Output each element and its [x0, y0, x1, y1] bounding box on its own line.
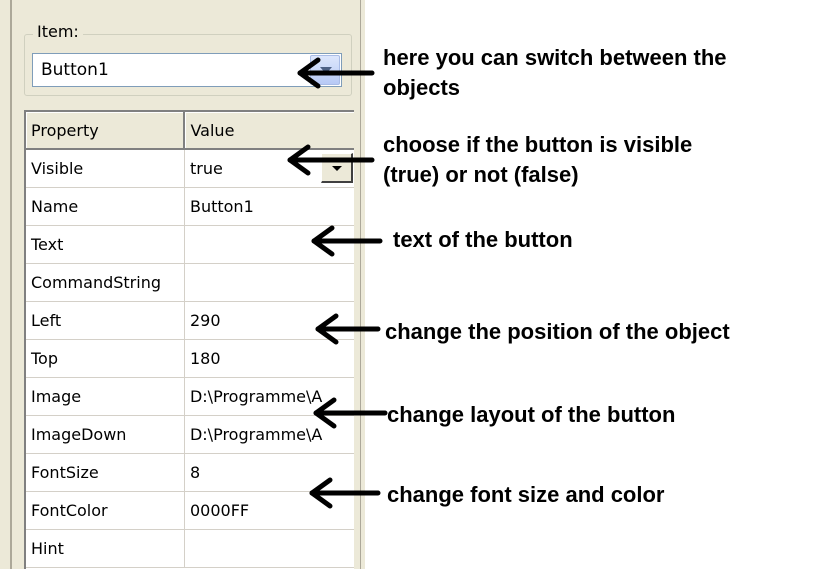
property-value[interactable] — [184, 263, 354, 302]
column-header-property[interactable]: Property — [26, 112, 186, 150]
property-name[interactable]: CommandString — [26, 263, 185, 302]
annotation-font: change font size and color — [387, 482, 665, 507]
property-name[interactable]: Image — [26, 377, 185, 416]
annotation-layout: change layout of the button — [387, 402, 676, 427]
screenshot-stage: Item: Button1 Property Value Visible tru… — [0, 0, 828, 569]
annotation-switch-objects: here you can switch between the objects — [383, 43, 727, 103]
annotation-line: objects — [383, 75, 461, 100]
annotation-visible: choose if the button is visible (true) o… — [383, 130, 692, 190]
property-value[interactable]: 0000FF — [184, 491, 354, 530]
property-value[interactable]: Button1 — [184, 187, 354, 226]
property-value[interactable]: 8 — [184, 453, 354, 492]
property-name[interactable]: Top — [26, 339, 185, 378]
table-row: Top 180 — [26, 339, 354, 378]
property-value[interactable]: true — [184, 149, 354, 188]
property-name[interactable]: FontSize — [26, 453, 185, 492]
column-header-value[interactable]: Value — [184, 112, 354, 150]
property-value[interactable] — [184, 529, 354, 568]
property-name[interactable]: Left — [26, 301, 185, 340]
table-row: Hint — [26, 529, 354, 568]
property-value[interactable]: 180 — [184, 339, 354, 378]
chevron-down-icon[interactable] — [310, 55, 340, 85]
table-row: Name Button1 — [26, 187, 354, 226]
table-row: Image D:\Programme\A — [26, 377, 354, 416]
property-name[interactable]: Text — [26, 225, 185, 264]
annotation-line: (true) or not (false) — [383, 162, 579, 187]
annotation-line: choose if the button is visible — [383, 132, 693, 157]
annotation-position: change the position of the object — [385, 319, 730, 344]
property-name[interactable]: ImageDown — [26, 415, 185, 454]
property-table: Property Value Visible true Name Button1… — [26, 112, 354, 568]
property-table-header: Property Value — [26, 112, 354, 150]
table-row: Text — [26, 225, 354, 264]
properties-panel: Item: Button1 Property Value Visible tru… — [0, 0, 365, 569]
property-name[interactable]: Visible — [26, 149, 185, 188]
property-value[interactable]: D:\Programme\A — [184, 377, 354, 416]
table-row: FontColor 0000FF — [26, 491, 354, 530]
property-value[interactable] — [184, 225, 354, 264]
table-row: CommandString — [26, 263, 354, 302]
property-name[interactable]: FontColor — [26, 491, 185, 530]
table-row: Left 290 — [26, 301, 354, 340]
property-value-text: true — [189, 159, 223, 178]
panel-right-edge — [360, 0, 361, 569]
item-group-legend: Item: — [33, 22, 83, 41]
annotation-text: text of the button — [393, 227, 573, 252]
property-name[interactable]: Hint — [26, 529, 185, 568]
table-row: FontSize 8 — [26, 453, 354, 492]
annotation-line: here you can switch between the — [383, 45, 727, 70]
item-select-value: Button1 — [41, 60, 109, 80]
table-row: Visible true — [26, 149, 354, 188]
value-dropdown-button[interactable] — [320, 153, 353, 183]
property-grid: Property Value Visible true Name Button1… — [24, 110, 354, 569]
property-value[interactable]: 290 — [184, 301, 354, 340]
property-value[interactable]: D:\Programme\A — [184, 415, 354, 454]
table-row: ImageDown D:\Programme\A — [26, 415, 354, 454]
property-name[interactable]: Name — [26, 187, 185, 226]
item-select[interactable]: Button1 — [32, 53, 342, 87]
panel-left-edge — [10, 0, 12, 569]
